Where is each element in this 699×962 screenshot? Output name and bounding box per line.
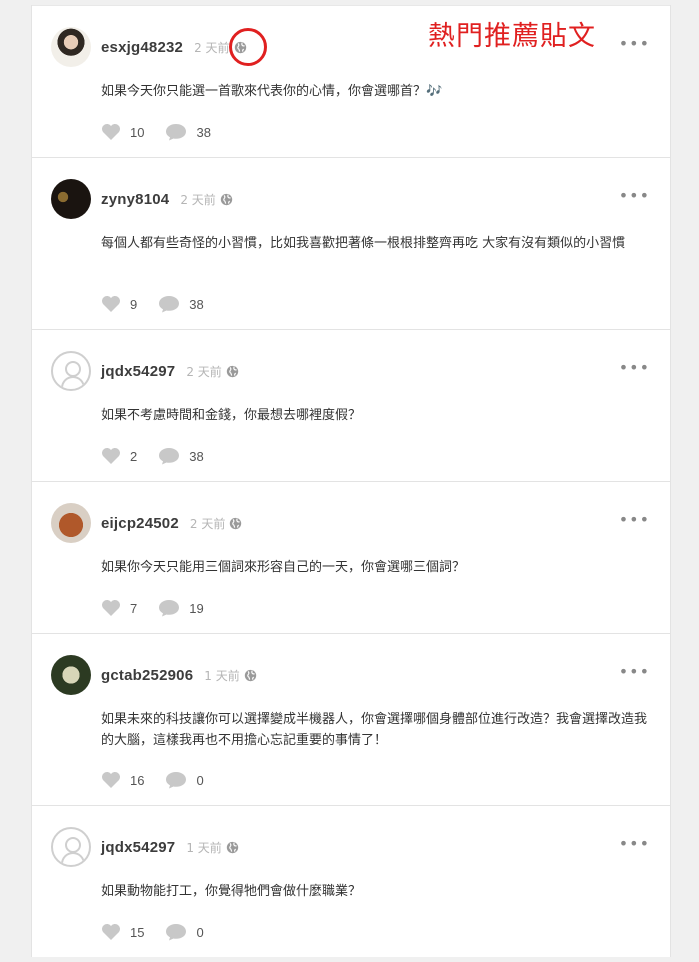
post-time: 2 天前 — [186, 364, 222, 379]
heart-icon[interactable] — [101, 447, 121, 465]
more-icon[interactable]: ••• — [619, 836, 650, 852]
default-avatar-icon[interactable] — [51, 827, 91, 867]
username[interactable]: eijcp24502 — [101, 515, 179, 532]
default-avatar-icon[interactable] — [51, 351, 91, 391]
post-content[interactable]: 如果不考慮時間和金錢，你最想去哪裡度假？ — [52, 405, 650, 426]
globe-icon — [226, 841, 238, 853]
post-time: 2 天前 — [189, 516, 226, 531]
post-time: 2 天前 — [194, 40, 230, 55]
globe-icon — [226, 365, 238, 377]
like-count: 16 — [130, 772, 145, 788]
like-count: 7 — [130, 600, 138, 616]
username[interactable]: gctab252906 — [101, 667, 193, 684]
post-card: jqdx54297 1 天前 ••• 如果動物能打工，你覺得牠們會做什麼職業？ … — [32, 805, 670, 957]
avatar[interactable] — [51, 179, 91, 219]
avatar[interactable] — [51, 503, 91, 543]
username[interactable]: jqdx54297 — [101, 839, 175, 856]
globe-icon — [244, 669, 256, 681]
globe-icon — [220, 193, 232, 205]
more-icon[interactable]: ••• — [619, 360, 650, 376]
post-actions: 10 38 — [101, 123, 232, 141]
comment-count: 38 — [196, 124, 211, 140]
like-count: 10 — [130, 124, 145, 140]
post-header: jqdx54297 1 天前 ••• — [51, 826, 650, 868]
comment-count: 0 — [196, 924, 204, 940]
more-icon[interactable]: ••• — [619, 36, 650, 52]
post-actions: 2 38 — [101, 447, 225, 465]
comment-icon[interactable] — [158, 295, 180, 313]
username[interactable]: jqdx54297 — [101, 363, 175, 380]
avatar[interactable] — [51, 655, 91, 695]
post-card: eijcp24502 2 天前 ••• 如果你今天只能用三個詞來形容自己的一天，… — [32, 481, 670, 633]
post-feed: esxjg48232 2 天前 ••• 如果今天你只能選一首歌來代表你的心情，你… — [31, 5, 671, 957]
comment-count: 38 — [189, 448, 204, 464]
post-time: 2 天前 — [180, 192, 216, 207]
post-card: gctab252906 1 天前 ••• 如果未來的科技讓你可以選擇變成半機器人… — [32, 633, 670, 805]
comment-icon[interactable] — [165, 771, 187, 789]
comment-count: 38 — [189, 296, 204, 312]
username[interactable]: esxjg48232 — [101, 39, 183, 56]
comment-count: 0 — [196, 772, 204, 788]
more-icon[interactable]: ••• — [619, 188, 650, 204]
post-card: zyny8104 2 天前 ••• 每個人都有些奇怪的小習慣，比如我喜歡把著條一… — [32, 157, 670, 329]
comment-icon[interactable] — [158, 447, 180, 465]
comment-icon[interactable] — [158, 599, 180, 617]
more-icon[interactable]: ••• — [619, 664, 650, 680]
post-actions: 9 38 — [101, 295, 225, 313]
post-card: jqdx54297 2 天前 ••• 如果不考慮時間和金錢，你最想去哪裡度假？ … — [32, 329, 670, 481]
post-header: gctab252906 1 天前 ••• — [51, 654, 650, 696]
post-content[interactable]: 如果未來的科技讓你可以選擇變成半機器人，你會選擇哪個身體部位進行改造？我會選擇改… — [52, 709, 650, 751]
username[interactable]: zyny8104 — [101, 191, 169, 208]
post-header: eijcp24502 2 天前 ••• — [51, 502, 650, 544]
highlight-circle — [229, 28, 267, 66]
heart-icon[interactable] — [101, 599, 121, 617]
like-count: 15 — [130, 924, 145, 940]
post-actions: 7 19 — [101, 599, 225, 617]
avatar[interactable] — [51, 27, 91, 67]
post-content[interactable]: 如果今天你只能選一首歌來代表你的心情，你會選哪首？🎶 — [52, 81, 650, 102]
post-header: jqdx54297 2 天前 ••• — [51, 350, 650, 392]
heart-icon[interactable] — [101, 123, 121, 141]
post-time: 1 天前 — [204, 668, 240, 683]
like-count: 2 — [130, 448, 138, 464]
post-content[interactable]: 如果動物能打工，你覺得牠們會做什麼職業？ — [52, 881, 650, 902]
post-header: zyny8104 2 天前 ••• — [51, 178, 650, 220]
heart-icon[interactable] — [101, 771, 121, 789]
heart-icon[interactable] — [101, 295, 121, 313]
comment-icon[interactable] — [165, 923, 187, 941]
post-time: 1 天前 — [186, 840, 222, 855]
post-content[interactable]: 每個人都有些奇怪的小習慣，比如我喜歡把著條一根根排整齊再吃 大家有沒有類似的小習… — [52, 233, 650, 254]
post-content[interactable]: 如果你今天只能用三個詞來形容自己的一天，你會選哪三個詞？ — [52, 557, 650, 578]
post-actions: 16 0 — [101, 771, 225, 789]
hot-posts-title: 熱門推薦貼文 — [428, 21, 596, 52]
more-icon[interactable]: ••• — [619, 512, 650, 528]
globe-icon — [230, 517, 242, 529]
like-count: 9 — [130, 296, 138, 312]
comment-icon[interactable] — [165, 123, 187, 141]
heart-icon[interactable] — [101, 923, 121, 941]
post-actions: 15 0 — [101, 923, 225, 941]
comment-count: 19 — [189, 600, 204, 616]
